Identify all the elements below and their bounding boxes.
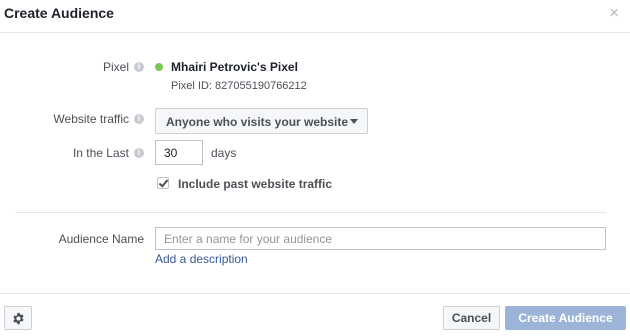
pixel-status-dot	[155, 63, 163, 71]
footer-divider	[0, 293, 630, 294]
checkmark-icon	[158, 177, 169, 188]
days-unit-label: days	[211, 146, 237, 160]
days-input[interactable]	[155, 140, 203, 165]
section-divider	[15, 212, 606, 213]
pixel-label: Pixel	[102, 60, 129, 74]
info-icon[interactable]: i	[134, 114, 144, 124]
gear-icon	[13, 312, 24, 325]
website-traffic-label: Website traffic	[53, 112, 129, 126]
audience-name-label: Audience Name	[58, 232, 144, 246]
dialog-header: Create Audience ×	[0, 0, 630, 33]
pixel-id: Pixel ID: 827055190766212	[171, 80, 307, 92]
cancel-button[interactable]: Cancel	[443, 306, 500, 330]
dialog-title: Create Audience	[4, 5, 114, 21]
website-traffic-selected: Anyone who visits your website	[166, 115, 349, 129]
info-icon[interactable]: i	[134, 62, 144, 72]
pixel-name: Mhairi Petrovic's Pixel	[171, 60, 298, 74]
in-the-last-label: In the Last	[72, 146, 129, 160]
close-icon[interactable]: ×	[609, 4, 619, 21]
info-icon[interactable]: i	[134, 148, 144, 158]
caret-down-icon	[350, 119, 358, 124]
add-description-link[interactable]: Add a description	[155, 252, 248, 266]
create-audience-button[interactable]: Create Audience	[505, 306, 626, 330]
settings-button[interactable]	[4, 306, 32, 330]
audience-name-input[interactable]	[155, 227, 606, 250]
include-past-traffic-checkbox[interactable]	[157, 177, 169, 189]
website-traffic-dropdown[interactable]: Anyone who visits your website	[155, 108, 368, 134]
include-past-traffic-label: Include past website traffic	[178, 177, 333, 191]
